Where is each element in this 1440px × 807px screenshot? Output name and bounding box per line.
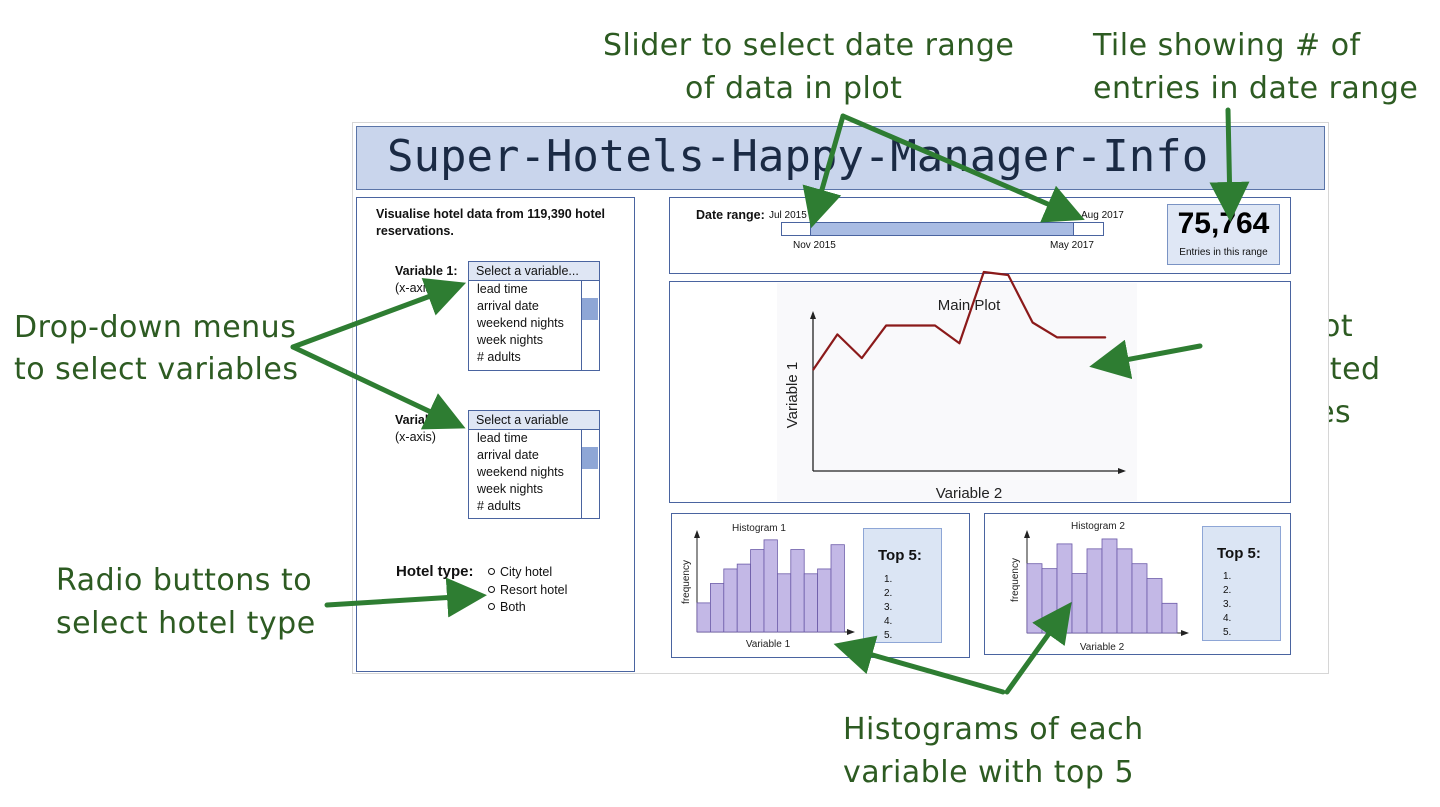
- main-plot-ylabel: Variable 1: [784, 362, 801, 428]
- histogram2-xlabel: Variable 2: [1080, 642, 1125, 653]
- arrow-radios: [324, 577, 487, 618]
- histogram1-bar: [750, 549, 765, 633]
- main-plot-point: [861, 357, 863, 359]
- main-plot-point: [1032, 322, 1034, 323]
- histogram2-bar: [1101, 538, 1118, 634]
- charts-and-arrows-overlay: Main Plot Variable 2 Variable 1 Histogra…: [290, 107, 1250, 695]
- histogram1-ylabel: frequency: [681, 560, 692, 604]
- arrow-dropdown2: [290, 344, 466, 430]
- main-plot-point: [983, 271, 985, 273]
- arrow-mainplot: [1089, 339, 1203, 380]
- histogram2-bar: [1161, 602, 1178, 634]
- main-plot-point: [958, 342, 960, 344]
- arrow-dropdown1: [290, 277, 467, 350]
- main-plot-point: [812, 369, 814, 371]
- histogram1-bar: [763, 539, 778, 633]
- main-plot-point: [1007, 274, 1009, 276]
- main-plot-series: [812, 270, 1107, 371]
- histogram1-bar: [790, 549, 805, 633]
- histogram1-bar: [723, 568, 738, 633]
- main-plot-point: [1056, 336, 1058, 338]
- arrow-slider-left: [802, 113, 846, 229]
- histogram2-bar: [1146, 578, 1163, 634]
- histogram2-title: Histogram 2: [1071, 521, 1125, 532]
- histogram2-bar: [1026, 563, 1043, 634]
- histogram1-bars: [696, 539, 845, 633]
- histogram2-bar: [1116, 548, 1133, 634]
- histogram2-ylabel: frequency: [1010, 558, 1021, 602]
- main-plot-point: [836, 333, 838, 335]
- histogram2-bars: [1026, 538, 1178, 634]
- main-plot-xlabel: Variable 2: [936, 485, 1002, 502]
- histogram1-bar: [696, 602, 711, 633]
- histogram1-xlabel: Variable 1: [746, 639, 791, 650]
- main-plot-point: [885, 324, 887, 326]
- histogram1-bar: [803, 573, 819, 633]
- histogram1-bar: [710, 583, 725, 633]
- histogram1-bar: [817, 568, 832, 633]
- histogram1-bar: [777, 573, 792, 633]
- arrow-histogram1: [833, 635, 1006, 695]
- main-plot-line: [812, 270, 1106, 371]
- histogram2-bar: [1131, 563, 1148, 634]
- arrow-slider-right: [840, 113, 1085, 223]
- histogram1-bar: [736, 563, 752, 633]
- main-plot-point: [910, 324, 912, 326]
- arrow-tile: [1209, 107, 1250, 222]
- histogram2-bar: [1071, 573, 1088, 634]
- histogram1-title: Histogram 1: [732, 523, 786, 534]
- main-plot-point: [934, 324, 936, 326]
- histogram1-bar: [830, 544, 845, 633]
- main-plot-point: [1080, 336, 1082, 338]
- histogram2-bar: [1086, 548, 1103, 634]
- main-plot-point: [1105, 336, 1107, 338]
